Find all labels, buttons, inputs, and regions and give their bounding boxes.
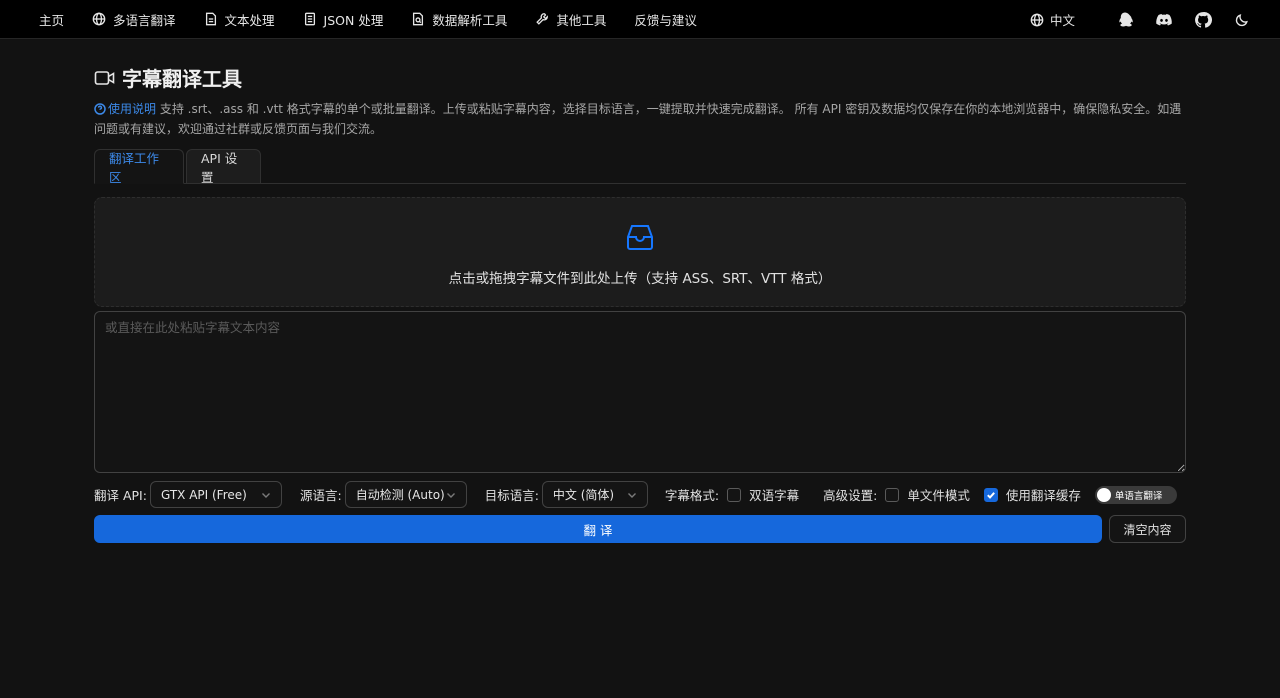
target-language-value: 中文 (简体) [552, 488, 615, 502]
target-language-select[interactable]: 中文 (简体) [541, 481, 648, 508]
inbox-icon [627, 225, 653, 250]
api-select-value: GTX API (Free) [160, 487, 247, 502]
nav-item-text[interactable]: 文本处理 [204, 10, 275, 29]
nav-right: 中文 [1030, 0, 1280, 39]
upload-hint-text: 点击或拖拽字幕文件到此处上传（支持 ASS、SRT、VTT 格式） [448, 271, 832, 287]
bilingual-checkbox[interactable] [727, 487, 742, 502]
translation-cache-checkbox-label[interactable]: 使用翻译缓存 [1006, 485, 1081, 504]
globe-icon [1030, 13, 1044, 26]
nav-item-label: 文本处理 [224, 12, 275, 28]
advanced-settings-label: 高级设置: [823, 488, 878, 503]
nav-item-json[interactable]: JSON 处理 [303, 10, 384, 29]
single-file-checkbox[interactable] [885, 487, 900, 502]
file-upload-dropzone[interactable]: 点击或拖拽字幕文件到此处上传（支持 ASS、SRT、VTT 格式） [94, 197, 1186, 307]
page-description: 使用说明 支持 .srt、.ass 和 .vtt 格式字幕的单个或批量翻译。上传… [94, 99, 1186, 139]
tab-workspace[interactable]: 翻译工作区 [94, 149, 184, 185]
bilingual-checkbox-label[interactable]: 双语字幕 [749, 485, 799, 504]
language-label: 中文 [1049, 13, 1075, 28]
chevron-down-icon [261, 492, 270, 498]
discord-icon [1155, 13, 1172, 25]
question-circle-icon [94, 103, 106, 115]
chevron-down-icon [627, 492, 636, 498]
nav-item-feedback[interactable]: 反馈与建议 [634, 10, 697, 29]
nav-item-label: JSON 处理 [323, 12, 384, 28]
nav-item-translate[interactable]: 多语言翻译 [92, 10, 176, 29]
source-language-value: 自动检测 (Auto) [355, 488, 445, 502]
language-switch[interactable]: 中文 [1030, 10, 1075, 29]
file-list-icon [304, 12, 315, 26]
file-text-icon [205, 12, 216, 26]
file-search-icon [413, 12, 424, 26]
options-row: 翻译 API: GTX API (Free) 源语言: 自动检测 (Auto) … [94, 481, 1186, 508]
translate-button[interactable]: 翻 译 [94, 515, 1102, 543]
source-language-label: 源语言: [299, 488, 342, 503]
qq-icon [1118, 12, 1133, 26]
nav-item-label: 主页 [39, 12, 65, 28]
title-row: 字幕翻译工具 [94, 63, 242, 92]
nav-item-data-parse[interactable]: 数据解析工具 [411, 10, 507, 29]
source-language-select[interactable]: 自动检测 (Auto) [344, 481, 467, 508]
chevron-down-icon [446, 492, 455, 498]
single-file-checkbox-label[interactable]: 单文件模式 [907, 485, 970, 504]
api-label: 翻译 API: [94, 488, 147, 503]
wrench-icon [536, 13, 549, 25]
api-select[interactable]: GTX API (Free) [149, 481, 282, 508]
nav-item-other-tools[interactable]: 其他工具 [535, 10, 606, 29]
toggle-knob [1096, 487, 1111, 502]
translation-cache-checkbox[interactable] [983, 487, 998, 502]
top-nav: 主页 多语言翻译 文本处理 JSON 处理 数据解析工具 其他工具 反馈与建议 [0, 0, 1280, 39]
subtitle-format-label: 字幕格式: [664, 488, 720, 503]
single-language-toggle[interactable]: 单语言翻译 [1094, 485, 1177, 504]
target-language-label: 目标语言: [484, 488, 539, 503]
toggle-label: 单语言翻译 [1114, 490, 1163, 502]
tab-api-settings[interactable]: API 设置 [186, 149, 261, 185]
qq-button[interactable] [1105, 0, 1144, 39]
tab-bar: 翻译工作区 API 设置 [94, 149, 1186, 185]
help-link-label: 使用说明 [108, 102, 157, 116]
clear-content-button[interactable]: 清空内容 [1109, 515, 1186, 543]
globe-icon [92, 12, 106, 26]
github-icon [1194, 11, 1212, 28]
nav-item-label: 数据解析工具 [432, 12, 508, 28]
discord-button[interactable] [1144, 0, 1183, 39]
description-text: 支持 .srt、.ass 和 .vtt 格式字幕的单个或批量翻译。上传或粘贴字幕… [94, 102, 1182, 136]
github-button[interactable] [1183, 0, 1222, 39]
nav-item-label: 反馈与建议 [634, 12, 697, 28]
moon-icon [1235, 13, 1248, 26]
nav-item-home[interactable]: 主页 [39, 10, 64, 29]
help-link[interactable]: 使用说明 [94, 102, 156, 116]
check-icon [986, 491, 995, 499]
nav-item-label: 其他工具 [556, 12, 607, 28]
subtitle-paste-textarea[interactable] [94, 311, 1186, 473]
nav-item-label: 多语言翻译 [113, 12, 176, 28]
action-row: 翻 译 清空内容 [94, 515, 1186, 543]
nav-items: 主页 多语言翻译 文本处理 JSON 处理 数据解析工具 其他工具 反馈与建议 [0, 0, 725, 38]
page-title: 字幕翻译工具 [122, 67, 242, 91]
video-camera-icon [94, 70, 115, 85]
theme-toggle-button[interactable] [1222, 0, 1261, 39]
